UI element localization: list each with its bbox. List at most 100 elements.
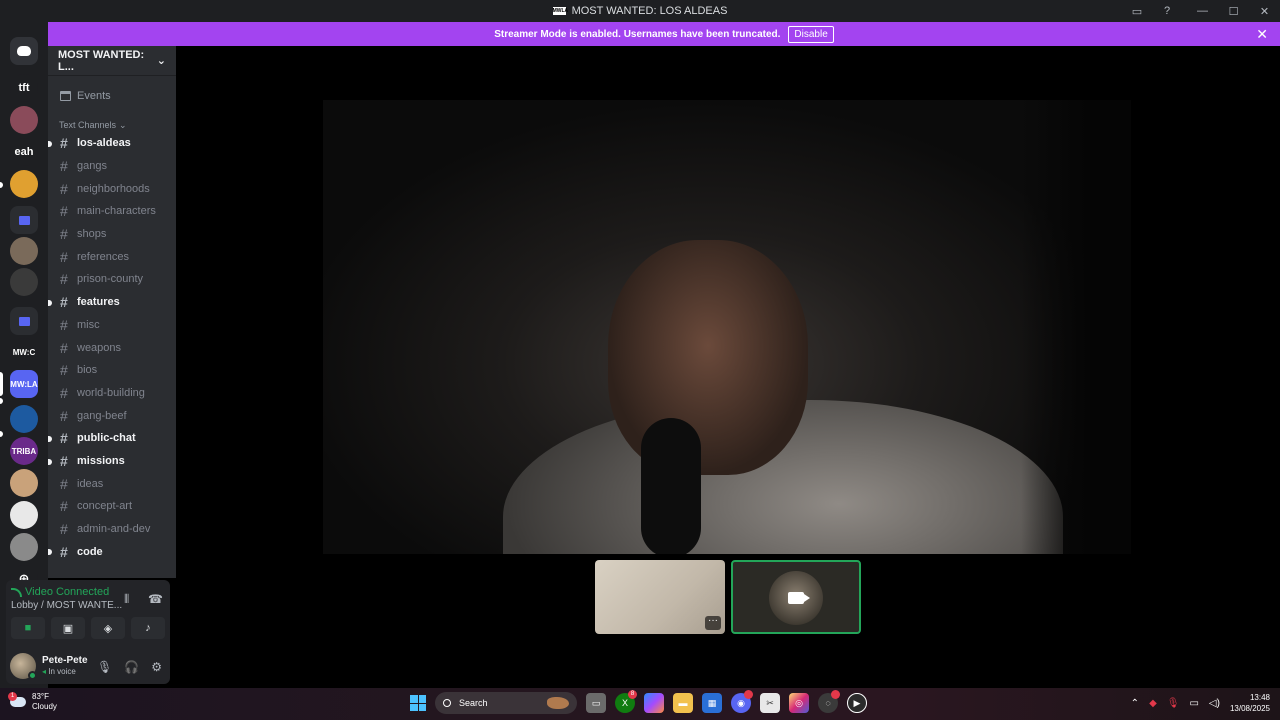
channel-neighborhoods[interactable]: # neighborhoods [48, 177, 176, 200]
disconnect-icon[interactable]: ☎ [148, 592, 163, 606]
hashtag-icon: # [60, 316, 68, 333]
channel-code[interactable]: # code [48, 540, 176, 563]
channel-missions[interactable]: # missions [48, 450, 176, 473]
voice-location[interactable]: Lobby / MOST WANTE... [11, 600, 122, 611]
discord-taskbar-icon[interactable]: ◉ [731, 690, 753, 713]
disable-streamer-mode-button[interactable]: Disable [788, 25, 834, 43]
copilot-icon[interactable] [644, 693, 664, 713]
minimize-button[interactable]: — [1187, 5, 1218, 17]
channel-main-characters[interactable]: # main-characters [48, 200, 176, 223]
server-label: MW:LA [10, 379, 38, 389]
snipping-tool-icon[interactable]: ✂ [760, 693, 780, 713]
events-item[interactable]: Events [48, 84, 176, 108]
inbox-icon[interactable]: ▭ [1127, 5, 1147, 18]
channel-ideas[interactable]: # ideas [48, 472, 176, 495]
server-icon[interactable] [10, 106, 38, 134]
file-explorer-icon[interactable]: ▬ [673, 693, 693, 713]
chevron-up-icon[interactable]: ⌃ [1131, 698, 1139, 709]
chrome-icon[interactable]: ◌ [818, 690, 840, 713]
headphones-icon[interactable]: 🎧 [124, 660, 139, 674]
server-icon[interactable] [10, 237, 38, 265]
channel-name: world-building [77, 386, 145, 399]
close-window-button[interactable]: ✕ [1249, 5, 1280, 18]
unread-dot [48, 435, 52, 442]
volume-icon[interactable]: ◁) [1209, 698, 1220, 709]
channel-name: ideas [77, 477, 104, 490]
channel-prison-county[interactable]: # prison-county [48, 268, 176, 291]
help-icon[interactable]: ? [1157, 5, 1177, 17]
channel-name: concept-art [77, 500, 133, 513]
channel-references[interactable]: # references [48, 245, 176, 268]
folder-icon [18, 316, 30, 326]
channel-name: public-chat [77, 432, 136, 445]
voice-indicator-icon: ◂ [42, 667, 47, 676]
channel-shops[interactable]: # shops [48, 223, 176, 246]
xbox-icon[interactable]: X8 [615, 690, 637, 713]
server-icon[interactable] [10, 469, 38, 497]
server-icon[interactable] [10, 170, 38, 198]
hashtag-icon: # [60, 135, 68, 152]
channel-name: bios [77, 364, 98, 377]
channel-name: gang-beef [77, 409, 127, 422]
channel-admin-and-dev[interactable]: # admin-and-dev [48, 518, 176, 541]
hashtag-icon: # [60, 407, 68, 424]
gear-icon[interactable]: ⚙ [151, 660, 162, 674]
main-video-feed[interactable] [323, 100, 1131, 554]
channel-public-chat[interactable]: # public-chat [48, 427, 176, 450]
server-icon[interactable] [10, 268, 38, 296]
participant-tile-speaking[interactable] [731, 560, 861, 634]
hashtag-icon: # [60, 226, 68, 243]
avatar[interactable] [10, 653, 37, 680]
store-icon[interactable]: ▦ [702, 693, 722, 713]
noise-suppression-icon[interactable]: ⦀ [124, 592, 129, 607]
server-icon[interactable]: tft [10, 74, 38, 102]
more-options-icon[interactable]: ··· [705, 616, 721, 630]
server-icon[interactable]: eah [10, 138, 38, 166]
microphone-icon[interactable]: 🎙 [97, 660, 112, 674]
search-highlight-image [547, 697, 569, 709]
network-icon[interactable]: ▭ [1189, 698, 1198, 709]
channel-gangs[interactable]: # gangs [48, 155, 176, 178]
participant-tile[interactable]: ··· [595, 560, 725, 634]
server-folder-icon[interactable] [10, 206, 38, 234]
server-icon[interactable]: TRIBA [10, 437, 38, 465]
camera-button[interactable]: ■ [11, 617, 45, 639]
instagram-icon[interactable]: ◎ [789, 693, 809, 713]
activities-button[interactable]: ◈ [91, 617, 125, 639]
hashtag-icon: # [60, 271, 68, 288]
server-icon[interactable]: MW:LA [10, 370, 38, 398]
channel-concept-art[interactable]: # concept-art [48, 495, 176, 518]
soundboard-button[interactable]: ♪ [131, 617, 165, 639]
clock[interactable]: 13:48 13/08/2025 [1230, 692, 1270, 714]
channel-features[interactable]: # features [48, 291, 176, 314]
start-icon[interactable] [410, 695, 426, 711]
maximize-button[interactable]: ☐ [1218, 5, 1249, 18]
discord-home-button[interactable] [10, 37, 38, 65]
server-icon[interactable]: MW:C [10, 338, 38, 366]
server-icon[interactable] [10, 533, 38, 561]
channel-gang-beef[interactable]: # gang-beef [48, 404, 176, 427]
microphone-tray-icon[interactable]: 🎙 [1167, 698, 1180, 709]
tray-app-icon[interactable]: ◆ [1149, 698, 1157, 709]
server-header[interactable]: MOST WANTED: L... ⌄ [48, 46, 176, 76]
channel-los-aldeas[interactable]: # los-aldeas [48, 132, 176, 155]
media-player-icon[interactable]: ▶ [847, 693, 867, 713]
search-icon [443, 699, 451, 707]
taskbar-search[interactable]: Search [435, 692, 577, 714]
close-banner-icon[interactable]: ✕ [1256, 26, 1268, 43]
weather-widget[interactable]: 1 83°F Cloudy [8, 692, 57, 712]
taskbar-apps: Search ▭ X8 ▬ ▦ ◉ ✂ ◎ ◌ ▶ [410, 690, 867, 714]
channel-bios[interactable]: # bios [48, 359, 176, 382]
server-folder-icon[interactable] [10, 307, 38, 335]
category-text-channels[interactable]: Text Channels ⌄ [48, 118, 176, 132]
hashtag-icon: # [60, 294, 68, 311]
server-icon[interactable] [10, 405, 38, 433]
server-icon[interactable] [10, 501, 38, 529]
task-view-icon[interactable]: ▭ [586, 693, 606, 713]
channel-world-building[interactable]: # world-building [48, 382, 176, 405]
channel-misc[interactable]: # misc [48, 314, 176, 337]
channel-weapons[interactable]: # weapons [48, 336, 176, 359]
screen-share-button[interactable]: ▣ [51, 617, 85, 639]
voice-status[interactable]: Video Connected [11, 586, 109, 598]
events-label: Events [77, 90, 111, 102]
